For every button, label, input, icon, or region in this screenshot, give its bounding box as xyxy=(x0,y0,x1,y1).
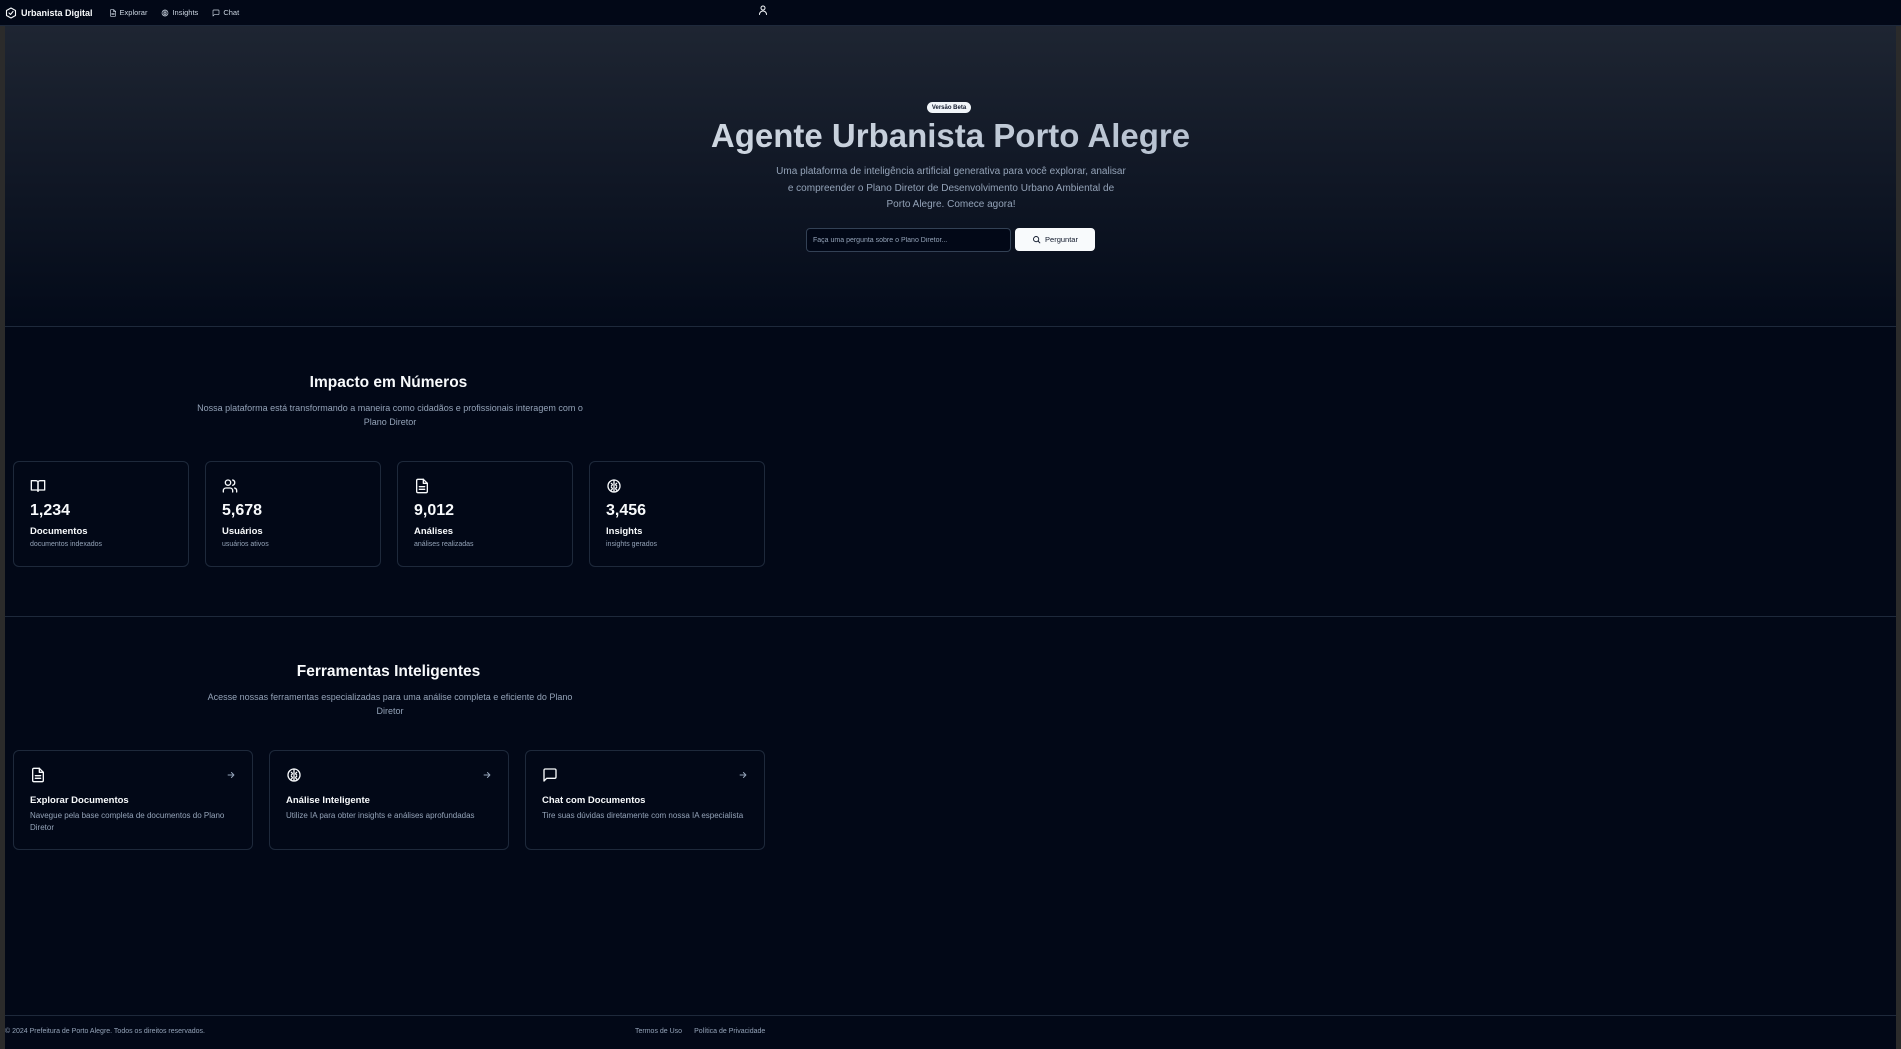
stat-label: Insights xyxy=(606,526,643,537)
stat-value: 3,456 xyxy=(606,502,647,519)
search-input[interactable] xyxy=(806,228,1011,252)
stat-description: documentos indexados xyxy=(30,541,102,548)
tool-title: Análise Inteligente xyxy=(286,795,370,806)
tool-card-chat[interactable]: Chat com Documentos Tire suas dúvidas di… xyxy=(525,750,765,850)
stat-label: Usuários xyxy=(222,526,263,537)
hero-section: Versão Beta Agente Urbanista Porto Alegr… xyxy=(5,26,1896,327)
footer-links: Termos de Uso Política de Privacidade xyxy=(635,1028,765,1035)
brain-icon xyxy=(607,479,621,493)
tool-description: Navegue pela base completa de documentos… xyxy=(30,811,225,832)
tool-description: Tire suas dúvidas diretamente com nossa … xyxy=(542,811,744,820)
tool-card-explorar[interactable]: Explorar Documentos Navegue pela base co… xyxy=(13,750,253,850)
tool-card-analise[interactable]: Análise Inteligente Utilize IA para obte… xyxy=(269,750,509,850)
window-border-right xyxy=(1896,0,1901,1049)
section-divider xyxy=(5,616,1896,617)
user-icon[interactable] xyxy=(757,4,769,16)
ask-button-label: Perguntar xyxy=(1045,235,1078,244)
file-icon xyxy=(31,767,44,783)
brand[interactable]: Urbanista Digital xyxy=(5,6,93,19)
hero-title: Agente Urbanista Porto Alegre xyxy=(5,117,1896,155)
stat-card-insights: 3,456 Insights insights gerados xyxy=(589,461,765,567)
message-icon xyxy=(543,768,557,782)
nav-item-insights[interactable]: Insights xyxy=(161,8,198,17)
brain-icon xyxy=(287,768,301,782)
tools-title: Ferramentas Inteligentes xyxy=(296,663,481,680)
arrow-right-icon xyxy=(227,772,235,778)
ask-button[interactable]: Perguntar xyxy=(1015,228,1095,251)
stat-label: Documentos xyxy=(30,526,88,537)
main-nav: Explorar Insights Chat xyxy=(109,8,239,17)
impact-title: Impacto em Números xyxy=(309,374,468,391)
stat-card-documentos: 1,234 Documentos documentos indexados xyxy=(13,461,189,567)
logo-icon xyxy=(5,6,17,19)
beta-badge: Versão Beta xyxy=(927,102,971,113)
stat-description: insights gerados xyxy=(606,541,657,548)
stat-value: 9,012 xyxy=(414,502,455,519)
search-icon xyxy=(1033,236,1041,244)
privacy-link[interactable]: Política de Privacidade xyxy=(694,1028,765,1035)
users-icon xyxy=(222,479,238,493)
tool-title: Chat com Documentos xyxy=(542,795,646,806)
file-icon xyxy=(416,478,428,494)
stat-card-analises: 9,012 Análises análises realizadas xyxy=(397,461,573,567)
book-icon xyxy=(30,480,46,492)
nav-item-chat[interactable]: Chat xyxy=(212,8,239,17)
footer-copyright: © 2024 Prefeitura de Porto Alegre. Todos… xyxy=(5,1028,205,1035)
terms-link[interactable]: Termos de Uso xyxy=(635,1028,682,1035)
arrow-right-icon xyxy=(483,772,491,778)
stat-value: 1,234 xyxy=(30,502,71,519)
impact-subtitle: Nossa plataforma está transformando a ma… xyxy=(197,403,583,427)
tool-title: Explorar Documentos xyxy=(30,795,129,806)
stat-description: usuários ativos xyxy=(222,541,269,548)
stat-card-usuarios: 5,678 Usuários usuários ativos xyxy=(205,461,381,567)
stat-description: análises realizadas xyxy=(414,541,474,548)
stat-label: Análises xyxy=(414,526,454,537)
file-icon xyxy=(109,8,116,17)
tools-subtitle: Acesse nossas ferramentas especializadas… xyxy=(207,692,573,716)
tool-description: Utilize IA para obter insights e análise… xyxy=(286,811,475,820)
nav-label-explorar: Explorar xyxy=(119,8,148,17)
stat-value: 5,678 xyxy=(222,502,263,519)
footer-divider xyxy=(5,1015,1896,1016)
hero-subtitle: Uma plataforma de inteligência artificia… xyxy=(776,166,1126,210)
nav-item-explorar[interactable]: Explorar xyxy=(109,8,148,17)
nav-label-chat: Chat xyxy=(223,8,240,17)
top-navbar: Urbanista Digital Explorar Insights Chat xyxy=(0,0,1901,26)
brain-icon xyxy=(162,9,169,16)
message-icon xyxy=(212,9,220,16)
arrow-right-icon xyxy=(739,772,747,778)
brand-name: Urbanista Digital xyxy=(21,7,93,18)
nav-label-insights: Insights xyxy=(172,8,199,17)
